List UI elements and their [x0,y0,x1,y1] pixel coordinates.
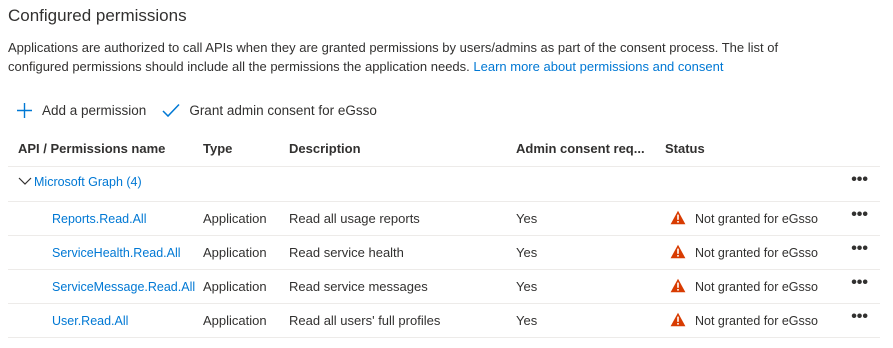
permission-name-link[interactable]: User.Read.All [52,314,128,328]
warning-icon [670,312,695,330]
permission-description: Read service health [289,245,404,260]
grant-admin-consent-label: Grant admin consent for eGsso [189,102,377,118]
column-header-admin-consent[interactable]: Admin consent req... [516,141,645,156]
grant-admin-consent-button[interactable]: Grant admin consent for eGsso [162,103,377,118]
column-header-description[interactable]: Description [289,141,361,156]
permission-description: Read all users' full profiles [289,313,441,328]
admin-consent-value: Yes [516,313,538,328]
status-badge: Not granted for eGsso [670,210,818,228]
description: Applications are authorized to call APIs… [8,38,838,76]
checkmark-icon [162,103,189,118]
admin-consent-value: Yes [516,211,538,226]
permission-type: Application [203,245,267,260]
status-text: Not granted for eGsso [695,212,818,226]
add-permission-button[interactable]: Add a permission [16,102,146,119]
chevron-down-icon [18,175,34,189]
table-row: Reports.Read.All Application Read all us… [8,202,880,236]
permission-name-link[interactable]: Reports.Read.All [52,212,147,226]
toolbar: Add a permission Grant admin consent for… [16,100,377,120]
plus-icon [16,102,42,119]
warning-icon [670,278,695,296]
permission-type: Application [203,279,267,294]
table-row: ServiceMessage.Read.All Application Read… [8,270,880,304]
column-header-status[interactable]: Status [665,141,705,156]
warning-icon [670,244,695,262]
table-row: User.Read.All Application Read all users… [8,304,880,338]
permission-type: Application [203,211,267,226]
status-badge: Not granted for eGsso [670,278,818,296]
permission-name-link[interactable]: ServiceHealth.Read.All [52,246,181,260]
status-text: Not granted for eGsso [695,246,818,260]
more-icon[interactable]: ••• [851,275,868,291]
status-text: Not granted for eGsso [695,280,818,294]
permission-type: Application [203,313,267,328]
permission-description: Read service messages [289,279,428,294]
more-icon[interactable]: ••• [851,207,868,223]
add-permission-label: Add a permission [42,102,147,118]
table-header: API / Permissions name Type Description … [8,131,880,167]
group-row-microsoft-graph: Microsoft Graph (4) ••• [8,167,880,202]
admin-consent-value: Yes [516,279,538,294]
admin-consent-value: Yes [516,245,538,260]
permissions-table: API / Permissions name Type Description … [8,131,880,338]
group-toggle[interactable]: Microsoft Graph (4) [18,175,142,189]
more-icon[interactable]: ••• [851,309,868,325]
status-text: Not granted for eGsso [695,314,818,328]
more-icon[interactable]: ••• [851,241,868,257]
status-badge: Not granted for eGsso [670,244,818,262]
permission-name-link[interactable]: ServiceMessage.Read.All [52,280,195,294]
column-header-type[interactable]: Type [203,141,232,156]
status-badge: Not granted for eGsso [670,312,818,330]
more-icon[interactable]: ••• [851,172,868,188]
page-title: Configured permissions [8,6,187,25]
table-row: ServiceHealth.Read.All Application Read … [8,236,880,270]
warning-icon [670,210,695,228]
column-header-name[interactable]: API / Permissions name [18,141,165,156]
learn-more-link[interactable]: Learn more about permissions and consent [473,59,723,74]
permission-description: Read all usage reports [289,211,420,226]
group-label: Microsoft Graph (4) [34,175,142,189]
